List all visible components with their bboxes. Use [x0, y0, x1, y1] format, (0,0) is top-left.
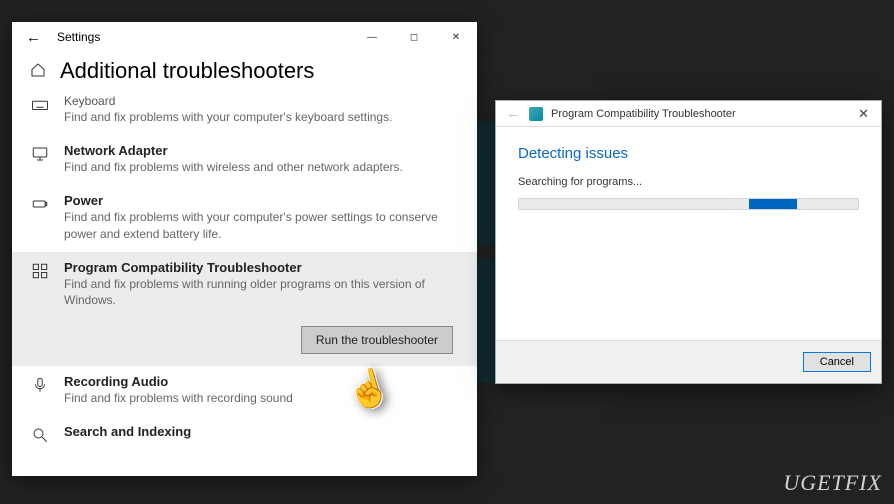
program-compat-icon	[30, 260, 50, 308]
watermark: UGETFIX	[783, 470, 882, 496]
settings-app-title: Settings	[57, 30, 100, 44]
list-item-recording-audio[interactable]: Recording Audio Find and fix problems wi…	[12, 366, 477, 416]
dialog-back-icon: ←	[506, 105, 521, 122]
item-desc: Find and fix problems with recording sou…	[64, 390, 459, 406]
page-header: Additional troubleshooters	[12, 52, 477, 94]
item-title: Search and Indexing	[64, 424, 459, 439]
progress-chunk	[749, 199, 797, 209]
item-title: Network Adapter	[64, 143, 459, 158]
home-icon[interactable]	[30, 62, 46, 81]
page-title: Additional troubleshooters	[60, 58, 314, 84]
item-desc: Find and fix problems with wireless and …	[64, 159, 459, 175]
close-button[interactable]: ✕	[435, 22, 477, 52]
item-title: Program Compatibility Troubleshooter	[64, 260, 459, 275]
back-button[interactable]: ←	[20, 25, 47, 50]
run-button-row: Run the troubleshooter	[12, 318, 477, 366]
maximize-button[interactable]: ◻	[393, 22, 435, 52]
cancel-button[interactable]: Cancel	[803, 352, 871, 372]
item-title: Recording Audio	[64, 374, 459, 389]
item-title: Power	[64, 193, 459, 208]
progress-bar	[518, 198, 859, 210]
dialog-close-button[interactable]: ✕	[852, 104, 875, 124]
item-title: Keyboard	[64, 94, 459, 108]
troubleshooter-icon	[529, 107, 543, 121]
item-desc: Find and fix problems with your computer…	[64, 109, 459, 125]
minimize-button[interactable]: ―	[351, 22, 393, 52]
keyboard-icon	[30, 94, 50, 125]
list-item-power[interactable]: Power Find and fix problems with your co…	[12, 185, 477, 251]
list-item-network[interactable]: Network Adapter Find and fix problems wi…	[12, 135, 477, 185]
settings-titlebar: ← Settings ― ◻ ✕	[12, 22, 477, 52]
network-icon	[30, 143, 50, 175]
item-desc: Find and fix problems with your computer…	[64, 209, 459, 241]
list-item-program-compat[interactable]: Program Compatibility Troubleshooter Fin…	[12, 252, 477, 318]
dialog-titlebar: ← Program Compatibility Troubleshooter ✕	[496, 101, 881, 127]
dialog-status: Searching for programs...	[518, 176, 859, 188]
run-troubleshooter-button[interactable]: Run the troubleshooter	[301, 326, 453, 354]
power-icon	[30, 193, 50, 241]
list-item-keyboard[interactable]: Keyboard Find and fix problems with your…	[12, 94, 477, 135]
troubleshooter-dialog: ← Program Compatibility Troubleshooter ✕…	[495, 100, 882, 384]
item-desc: Find and fix problems with running older…	[64, 276, 459, 308]
dialog-heading: Detecting issues	[518, 145, 859, 162]
troubleshooter-list: Keyboard Find and fix problems with your…	[12, 94, 477, 454]
dialog-body: Detecting issues Searching for programs.…	[496, 127, 881, 341]
dialog-title: Program Compatibility Troubleshooter	[551, 108, 736, 120]
settings-window: ← Settings ― ◻ ✕ Additional troubleshoot…	[12, 22, 477, 476]
dialog-footer: Cancel	[496, 341, 881, 383]
list-item-search-indexing[interactable]: Search and Indexing	[12, 416, 477, 454]
search-icon	[30, 424, 50, 444]
microphone-icon	[30, 374, 50, 406]
